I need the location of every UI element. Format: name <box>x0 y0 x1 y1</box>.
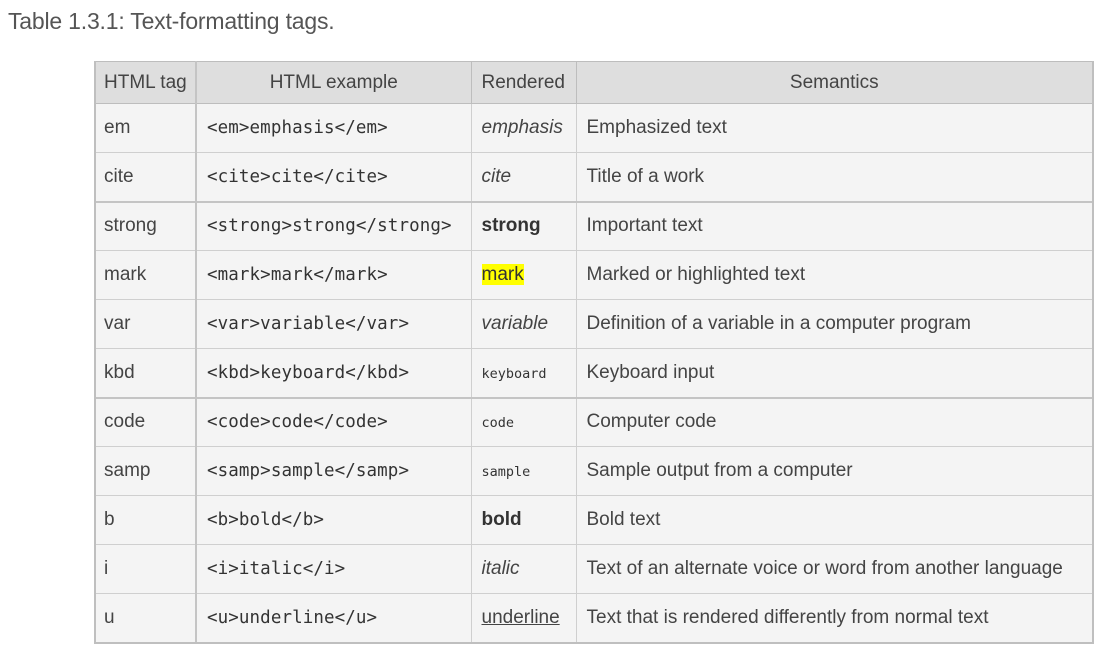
cell-rendered: mark <box>470 250 577 300</box>
header-row: HTML tag HTML example Rendered Semantics <box>94 61 1094 104</box>
cell-html-tag: kbd <box>94 348 197 398</box>
rendered-sample: keyboard <box>481 365 547 382</box>
cell-html-tag: mark <box>94 250 197 300</box>
html-example-code: <em>emphasis</em> <box>207 118 388 138</box>
cell-semantics: Computer code <box>575 396 1094 447</box>
cell-html-example: <i>italic</i> <box>195 544 472 594</box>
table-body: em <em>emphasis</em> emphasis Emphasized te… <box>94 103 1094 644</box>
rendered-sample: bold <box>481 509 522 530</box>
table-row: code <code>code</code> code Computer code <box>94 396 1094 447</box>
html-example-code: <var>variable</var> <box>207 314 410 334</box>
cell-html-example: <cite>cite</cite> <box>195 152 472 202</box>
rendered-sample: variable <box>481 313 549 334</box>
rendered-sample: code <box>481 415 515 432</box>
table-caption: Table 1.3.1: Text-formatting tags. <box>8 8 335 34</box>
cell-rendered: underline <box>470 593 577 644</box>
cell-semantics: Keyboard input <box>575 348 1094 398</box>
rendered-sample: cite <box>481 165 512 187</box>
cell-rendered: cite <box>470 152 577 202</box>
table-row: cite <cite>cite</cite> cite Title of a work <box>94 152 1094 202</box>
cell-html-example: <strong>strong</strong> <box>195 200 472 251</box>
cell-rendered: italic <box>470 544 577 594</box>
cell-html-tag: i <box>94 544 197 594</box>
cell-html-example: <var>variable</var> <box>195 299 472 349</box>
column-header-html-example: HTML example <box>195 61 472 104</box>
html-example-code: <i>italic</i> <box>207 559 346 579</box>
cell-html-tag: cite <box>94 152 197 202</box>
cell-html-example: <u>underline</u> <box>195 593 472 644</box>
column-header-rendered: Rendered <box>470 61 577 104</box>
cell-semantics: Title of a work <box>575 152 1094 202</box>
table-row: var <var>variable</var> variable Definition… <box>94 299 1094 349</box>
cell-semantics: Important text <box>575 200 1094 251</box>
cell-semantics: Text that is rendered differently from n… <box>575 593 1094 644</box>
cell-html-tag: em <box>94 103 197 153</box>
cell-semantics: Emphasized text <box>575 103 1094 153</box>
html-example-code: <b>bold</b> <box>207 510 324 530</box>
html-example-code: <kbd>keyboard</kbd> <box>207 362 410 383</box>
rendered-sample: mark <box>481 264 524 285</box>
cell-html-example: <b>bold</b> <box>195 495 472 545</box>
cell-html-tag: u <box>94 593 197 644</box>
cell-semantics: Bold text <box>575 495 1094 545</box>
cell-rendered: strong <box>470 200 577 251</box>
text-formatting-tags-table: HTML tag HTML example Rendered Semantics… <box>94 61 1094 644</box>
rendered-sample: italic <box>481 558 520 579</box>
html-example-code: <samp>sample</samp> <box>207 461 410 481</box>
cell-rendered: sample <box>470 446 577 496</box>
rendered-sample: strong <box>481 215 541 237</box>
table-row: em <em>emphasis</em> emphasis Emphasized te… <box>94 103 1094 153</box>
rendered-sample: emphasis <box>481 117 563 138</box>
cell-rendered: bold <box>470 495 577 545</box>
rendered-sample: sample <box>481 464 531 480</box>
table-row: kbd <kbd>keyboard</kbd> keyboard Keyboard i… <box>94 348 1094 398</box>
cell-html-tag: var <box>94 299 197 349</box>
table-row: u <u>underline</u> underline Text that is r… <box>94 593 1094 644</box>
table-row: i <i>italic</i> italic Text of an alternate… <box>94 544 1094 594</box>
cell-html-tag: strong <box>94 200 197 251</box>
column-header-html-tag: HTML tag <box>94 61 197 104</box>
cell-html-tag: samp <box>94 446 197 496</box>
cell-rendered: emphasis <box>470 103 577 153</box>
html-example-code: <cite>cite</cite> <box>207 166 388 187</box>
cell-html-example: <kbd>keyboard</kbd> <box>195 348 472 398</box>
html-example-code: <code>code</code> <box>207 412 388 433</box>
cell-rendered: keyboard <box>470 348 577 398</box>
cell-semantics: Marked or highlighted text <box>575 250 1094 300</box>
cell-semantics: Sample output from a computer <box>575 446 1094 496</box>
cell-html-tag: b <box>94 495 197 545</box>
cell-rendered: variable <box>470 299 577 349</box>
html-example-code: <u>underline</u> <box>207 607 378 628</box>
cell-html-example: <code>code</code> <box>195 396 472 447</box>
cell-html-example: <em>emphasis</em> <box>195 103 472 153</box>
cell-semantics: Text of an alternate voice or word from … <box>575 544 1094 594</box>
cell-semantics: Definition of a variable in a computer p… <box>575 299 1094 349</box>
column-header-semantics: Semantics <box>575 61 1094 104</box>
html-example-code: <mark>mark</mark> <box>207 265 388 285</box>
html-example-code: <strong>strong</strong> <box>207 216 452 237</box>
table-row: strong <strong>strong</strong> strong Impor… <box>94 200 1094 251</box>
cell-html-tag: code <box>94 396 197 447</box>
table-row: mark <mark>mark</mark> mark Marked or highl… <box>94 250 1094 300</box>
table-row: b <b>bold</b> bold Bold text <box>94 495 1094 545</box>
rendered-sample: underline <box>481 606 560 628</box>
cell-html-example: <mark>mark</mark> <box>195 250 472 300</box>
cell-html-example: <samp>sample</samp> <box>195 446 472 496</box>
table-row: samp <samp>sample</samp> sample Sample outp… <box>94 446 1094 496</box>
cell-rendered: code <box>470 396 577 447</box>
